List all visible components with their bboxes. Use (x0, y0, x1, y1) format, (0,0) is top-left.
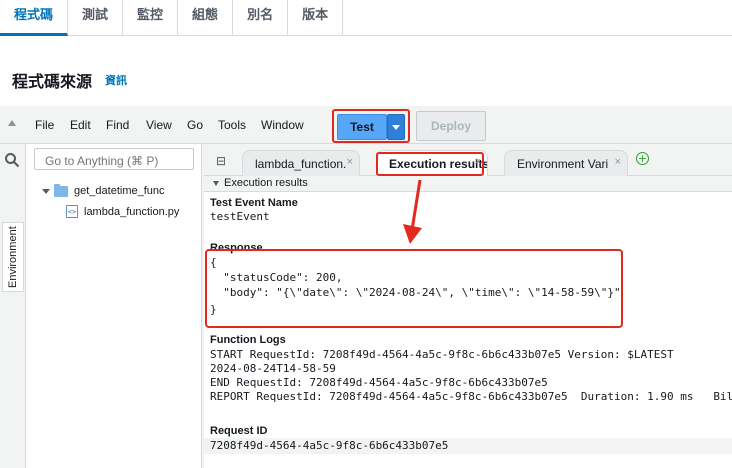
caret-down-icon (213, 181, 219, 186)
chevron-down-icon (392, 124, 400, 130)
tab-list-icon[interactable]: ⊟ (216, 154, 226, 168)
folder-icon (54, 183, 68, 197)
test-dropdown-button[interactable] (387, 114, 405, 140)
top-tab-bar: 程式碼 測試 監控 組態 別名 版本 (0, 0, 732, 36)
search-icon[interactable] (4, 152, 20, 168)
function-logs-label: Function Logs (210, 334, 286, 346)
test-button-highlight: Test (332, 109, 410, 143)
tab-aliases[interactable]: 別名 (233, 0, 289, 36)
deploy-button[interactable]: Deploy (416, 111, 486, 141)
tab-monitor[interactable]: 監控 (123, 0, 179, 36)
menu-go[interactable]: Go (187, 118, 203, 132)
annotation-arrow-icon (403, 179, 422, 244)
tab-environment-variables[interactable]: Environment Vari × (504, 150, 628, 176)
file-tree: get_datetime_func <> lambda_function.py (26, 144, 202, 468)
tree-folder[interactable]: get_datetime_func (42, 183, 165, 197)
tab-lambda-function[interactable]: lambda_function. × (242, 150, 360, 176)
folder-name: get_datetime_func (74, 185, 165, 197)
file-name: lambda_function.py (84, 205, 180, 218)
tree-file[interactable]: <> lambda_function.py (66, 205, 179, 218)
tab-configuration[interactable]: 組態 (178, 0, 234, 36)
menu-tools[interactable]: Tools (218, 118, 246, 132)
tab-code[interactable]: 程式碼 (0, 0, 69, 36)
log-line: END RequestId: 7208f49d-4564-4a5c-9f8c-6… (210, 376, 548, 389)
info-link[interactable]: 資訊 (105, 72, 127, 88)
log-line: REPORT RequestId: 7208f49d-4564-4a5c-9f8… (210, 390, 732, 403)
environment-panel-tab[interactable]: Environment (2, 222, 24, 292)
tab-versions[interactable]: 版本 (288, 0, 344, 36)
caret-down-icon (42, 188, 50, 194)
request-id-value: 7208f49d-4564-4a5c-9f8c-6b6c433b07e5 (210, 439, 449, 452)
page-title: 程式碼來源 (12, 74, 93, 91)
tab-label: Environment Vari (517, 157, 609, 171)
tab-test[interactable]: 測試 (68, 0, 124, 36)
close-icon[interactable]: × (347, 156, 353, 168)
log-line: START RequestId: 7208f49d-4564-4a5c-9f8c… (210, 348, 674, 361)
execution-tab-highlight (376, 152, 484, 176)
menu-window[interactable]: Window (261, 118, 304, 132)
test-event-value: testEvent (210, 210, 270, 223)
menu-view[interactable]: View (146, 118, 172, 132)
request-id-label: Request ID (210, 425, 268, 437)
ide-menubar: File Edit Find View Go Tools Window Test… (0, 106, 732, 144)
results-header-label: Execution results (224, 177, 308, 189)
tab-label: lambda_function. (255, 157, 347, 171)
add-tab-icon[interactable]: + (636, 152, 649, 165)
test-button[interactable]: Test (337, 114, 387, 140)
python-file-icon: <> (66, 205, 78, 218)
side-strip: Environment (0, 144, 26, 468)
close-icon[interactable]: × (615, 156, 621, 168)
menu-find[interactable]: Find (106, 118, 129, 132)
menu-file[interactable]: File (35, 118, 54, 132)
test-event-label: Test Event Name (210, 197, 298, 209)
menu-edit[interactable]: Edit (70, 118, 91, 132)
collapse-menu-icon[interactable] (8, 120, 16, 126)
response-highlight-box (205, 249, 623, 328)
results-header[interactable]: Execution results (204, 176, 732, 192)
go-to-anything-input[interactable] (34, 148, 194, 170)
log-line: 2024-08-24T14-58-59 (210, 362, 336, 375)
